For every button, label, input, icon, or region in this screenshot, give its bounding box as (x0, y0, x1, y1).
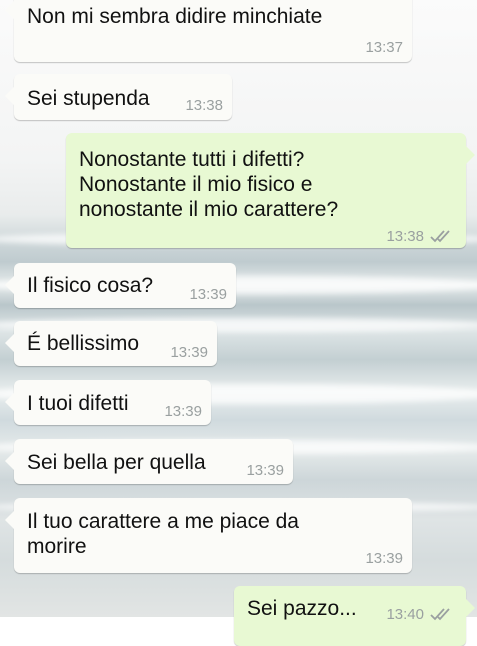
message-timestamp: 13:39 (189, 286, 227, 303)
message-text: É bellissimo (27, 332, 140, 355)
message-text: Nonostante tutti i difetti? Nonostante i… (79, 148, 339, 221)
message-bubble-incoming[interactable]: Il tuo carattere a me piace da morire 13… (5, 498, 412, 573)
message-bubble-incoming[interactable]: Sei bella per quella 13:39 (5, 439, 293, 484)
read-double-check-icon (430, 608, 450, 621)
message-timestamp: 13:39 (170, 344, 208, 361)
message-text: Non mi sembra didire minchiate (27, 5, 323, 28)
message-bubble-outgoing[interactable]: Sei pazzo... 13:40 (234, 586, 475, 646)
message-bubble-incoming[interactable]: I tuoi difetti 13:39 (5, 380, 211, 425)
read-double-check-icon (430, 230, 450, 243)
message-text: Il tuo carattere a me piace da morire (27, 510, 299, 558)
message-timestamp: 13:39 (365, 550, 403, 567)
message-text: Sei bella per quella (27, 451, 206, 474)
message-bubble-incoming[interactable]: Non mi sembra didire minchiate 13:37 (5, 0, 412, 62)
message-text: I tuoi difetti (27, 392, 129, 415)
message-timestamp: 13:39 (164, 403, 202, 420)
message-bubble-outgoing[interactable]: Nonostante tutti i difetti? Nonostante i… (66, 133, 475, 248)
message-bubble-incoming[interactable]: Sei stupenda 13:38 (5, 74, 232, 120)
message-timestamp: 13:40 (386, 606, 424, 623)
message-text: Il fisico cosa? (27, 274, 154, 297)
message-text: Sei stupenda (27, 87, 150, 110)
message-bubble-incoming[interactable]: É bellissimo 13:39 (5, 321, 217, 366)
message-timestamp: 13:38 (185, 97, 223, 114)
message-timestamp: 13:37 (365, 39, 403, 56)
message-text: Sei pazzo... (247, 597, 357, 620)
message-timestamp: 13:39 (246, 462, 284, 479)
message-bubble-incoming[interactable]: Il fisico cosa? 13:39 (5, 263, 236, 308)
message-timestamp: 13:38 (386, 228, 424, 245)
